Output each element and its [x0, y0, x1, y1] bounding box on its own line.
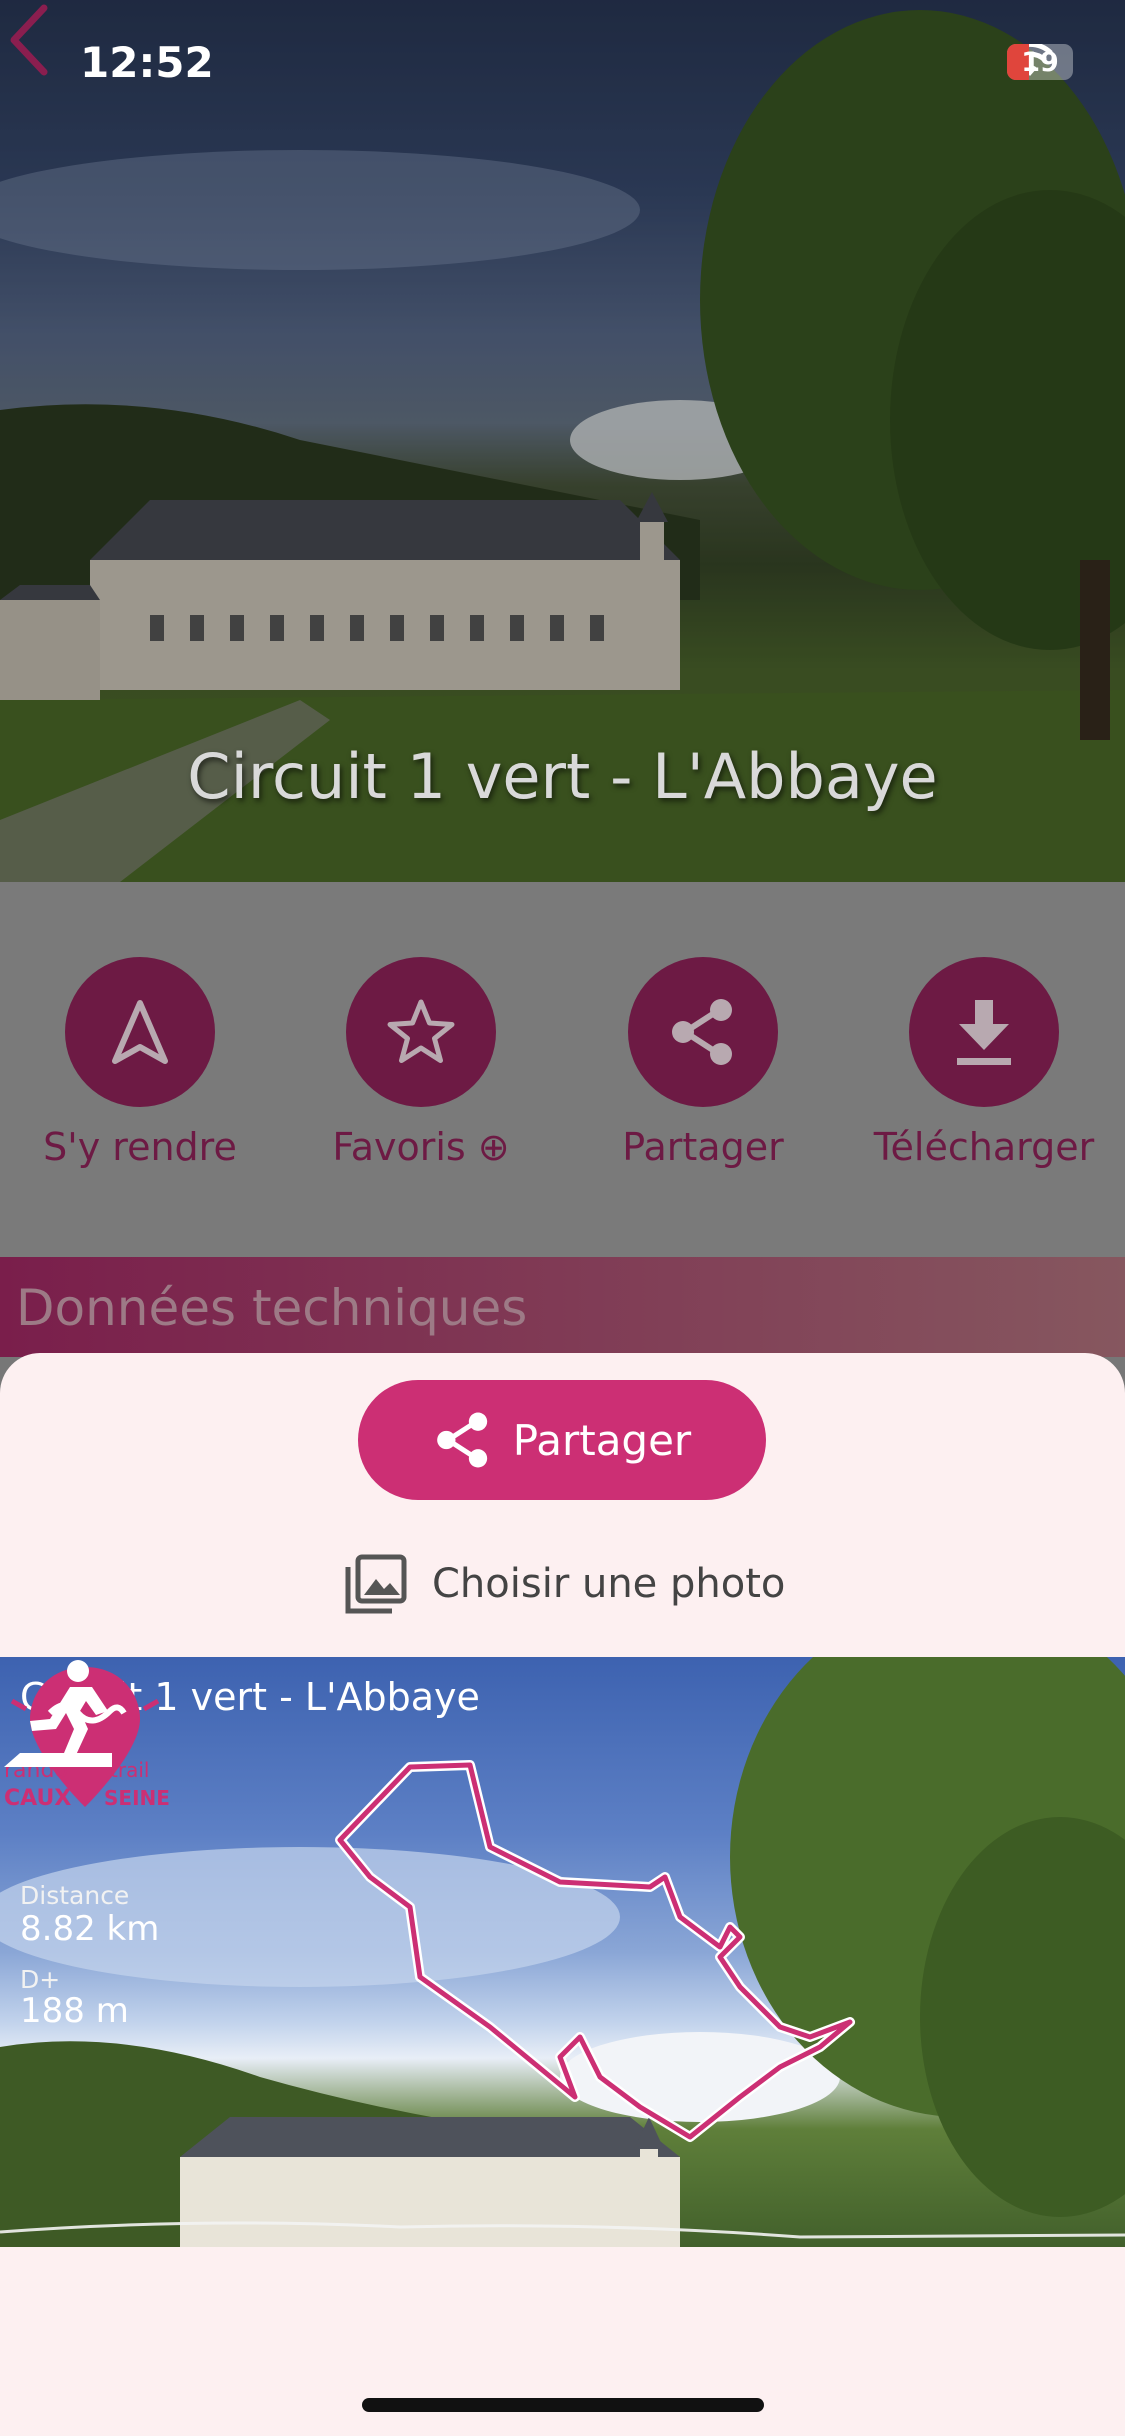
status-icons: 19 — [1007, 44, 1073, 80]
svg-text:SEINE: SEINE — [104, 1786, 170, 1810]
choose-photo-label: Choisir une photo — [432, 1561, 786, 1607]
download-button[interactable]: Télécharger — [864, 957, 1104, 1169]
favorites-label: Favoris ⊕ — [332, 1125, 510, 1169]
share-action-label: Partager — [622, 1125, 784, 1169]
download-icon — [957, 1000, 1011, 1065]
chevron-left-icon[interactable] — [0, 0, 60, 80]
battery-level: 19 — [1021, 46, 1059, 78]
share-icon — [672, 999, 732, 1065]
navigate-arrow-icon — [112, 1000, 168, 1064]
distance-label: Distance — [20, 1881, 130, 1910]
star-outline-icon — [387, 999, 455, 1063]
directions-button[interactable]: S'y rendre — [20, 957, 260, 1169]
home-indicator[interactable] — [362, 2398, 764, 2412]
action-row: S'y rendre Favoris ⊕ Partager Télécharge… — [0, 882, 1125, 1257]
elevation-value: 188 m — [20, 1991, 129, 2031]
elevation-label: D+ — [20, 1965, 61, 1994]
distance-value: 8.82 km — [20, 1909, 160, 1949]
favorites-button[interactable]: Favoris ⊕ — [301, 957, 541, 1169]
share-icon — [436, 1412, 487, 1468]
tech-section-header: Données techniques — [0, 1257, 1125, 1357]
share-button[interactable]: Partager — [358, 1380, 766, 1500]
photo-library-icon — [345, 1554, 407, 1614]
hiker-icon — [4, 1660, 112, 1767]
battery-icon: 19 — [1007, 44, 1073, 80]
share-button-label: Partager — [512, 1415, 692, 1465]
share-action-button[interactable]: Partager — [583, 957, 823, 1169]
choose-photo-button[interactable]: Choisir une photo — [344, 1553, 785, 1615]
share-sheet: Partager Choisir une photo Circuit 1 ver… — [0, 1353, 1125, 2436]
tech-section-title: Données techniques — [16, 1279, 528, 1337]
hero-title: Circuit 1 vert - L'Abbaye — [187, 740, 938, 813]
status-time: 12:52 — [80, 38, 214, 87]
download-label: Télécharger — [873, 1125, 1095, 1169]
hero-image: 12:52 19 Circuit 1 vert - L'Abbaye — [0, 0, 1125, 882]
directions-label: S'y rendre — [43, 1125, 237, 1169]
svg-text:CAUX: CAUX — [4, 1786, 71, 1811]
share-preview-image: Circuit 1 vert - L'Abbaye Distance 8.82 … — [0, 1657, 1125, 2247]
